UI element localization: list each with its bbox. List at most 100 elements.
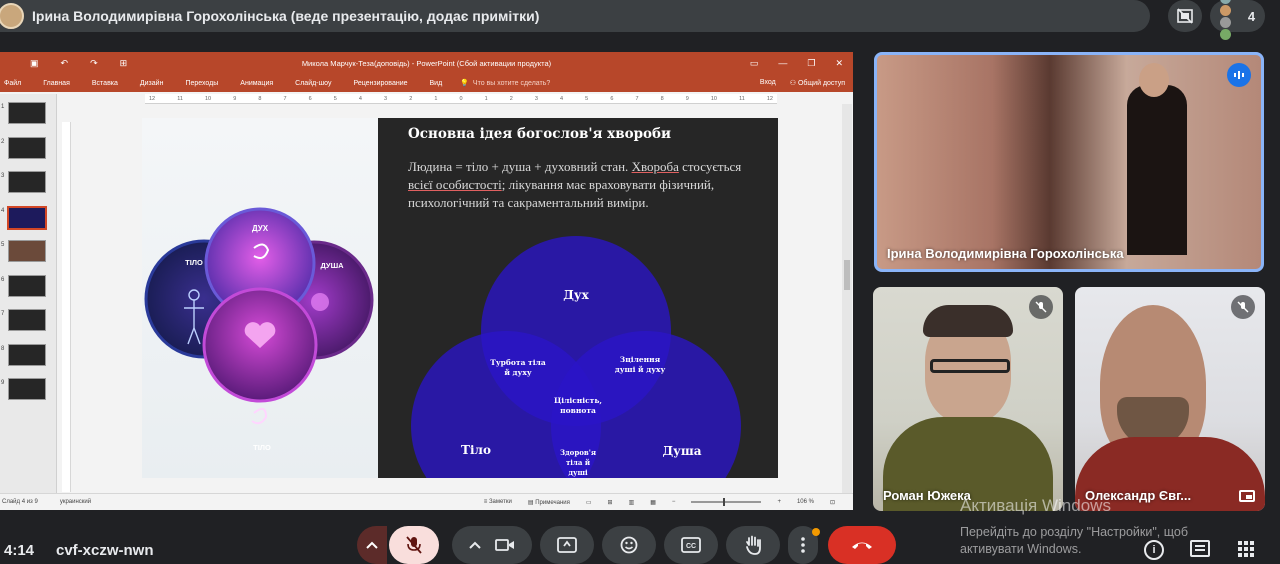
- zoom-out-icon[interactable]: −: [672, 499, 676, 505]
- ribbon-options-icon[interactable]: ▭: [750, 58, 759, 69]
- vertical-ruler: [62, 122, 71, 492]
- slide-thumbnail[interactable]: [8, 102, 46, 124]
- slide-thumbnail[interactable]: [8, 378, 46, 400]
- zoom-level[interactable]: 106 %: [797, 499, 814, 505]
- minimize-icon[interactable]: —: [778, 58, 787, 69]
- language-indicator[interactable]: украинский: [60, 499, 91, 505]
- window-controls: ▭ — ❐ ✕: [750, 58, 843, 69]
- ruler-tick: 9: [233, 95, 237, 102]
- chat-icon: [1195, 545, 1205, 547]
- sorter-view-icon[interactable]: ⊞: [608, 499, 613, 506]
- illustration-label-spirit: ДУХ: [252, 224, 269, 233]
- ruler-tick: 12: [766, 95, 773, 102]
- normal-view-icon[interactable]: ▭: [586, 499, 592, 506]
- picture-in-picture-icon[interactable]: [1239, 490, 1255, 502]
- thumbnail-number: 1: [1, 104, 5, 110]
- meeting-info-button[interactable]: i: [1144, 540, 1164, 560]
- ruler-tick: 10: [710, 95, 717, 102]
- chevron-up-icon: [469, 541, 481, 549]
- venn-label-body-spirit: Турбота тіла й духу: [490, 358, 546, 377]
- ruler-tick: 8: [660, 95, 664, 102]
- people-count: 4: [1247, 8, 1256, 24]
- presenter-avatar: [0, 3, 24, 29]
- participants-avatars: [1219, 0, 1242, 40]
- tab-transitions[interactable]: Переходы: [185, 80, 218, 87]
- share-button[interactable]: ⚇ Общий доступ: [790, 79, 845, 87]
- chevron-up-icon: [366, 541, 378, 549]
- tab-home[interactable]: Главная: [43, 80, 70, 87]
- reactions-button[interactable]: [602, 526, 656, 564]
- ruler-tick: 7: [283, 95, 287, 102]
- fit-slide-icon[interactable]: ⊡: [830, 499, 835, 506]
- ruler-tick: 4: [358, 95, 362, 102]
- slide-thumbnails: 1 2 3 4 5 6 7 8 9: [0, 94, 57, 494]
- powerpoint-title: Микола Марчук-Теза(доповідь) - PowerPoin…: [301, 58, 552, 68]
- person-icon: ⚇: [789, 80, 798, 87]
- slide-thumbnail[interactable]: [8, 343, 46, 366]
- raise-hand-button[interactable]: [726, 526, 780, 564]
- signin-link[interactable]: Вход: [760, 79, 776, 87]
- audio-options-button[interactable]: [357, 526, 387, 564]
- activities-button[interactable]: [1238, 541, 1254, 557]
- slide-thumbnail[interactable]: [8, 171, 46, 193]
- ruler-tick: 3: [384, 95, 388, 102]
- present-screen-icon: [557, 537, 577, 553]
- ruler-tick: 2: [509, 95, 513, 102]
- ruler-tick: 4: [560, 95, 564, 102]
- venn-label-spirit-soul: Зцілення душі й духу: [614, 355, 666, 374]
- thumbnail-number: 5: [1, 242, 5, 248]
- ruler-tick: 11: [177, 95, 183, 102]
- captions-button[interactable]: CC: [664, 526, 718, 564]
- slideshow-view-icon[interactable]: ▦: [650, 499, 656, 506]
- slide-thumbnail[interactable]: [8, 136, 46, 159]
- slide-thumbnail[interactable]: [8, 309, 46, 331]
- tab-animations[interactable]: Анимация: [240, 80, 273, 87]
- venn-label-soul: Душа: [662, 444, 702, 458]
- hide-presentation-button[interactable]: [1168, 0, 1202, 32]
- more-vert-icon: [801, 537, 805, 553]
- thumbnail-number: 3: [1, 173, 5, 179]
- meeting-controls-bar: 4:14 cvf-xczw-nwn CC i: [0, 522, 1280, 564]
- zoom-slider[interactable]: [691, 498, 762, 506]
- video-tile-oleksandr[interactable]: Олександр Євг...: [1075, 287, 1265, 511]
- maximize-icon[interactable]: ❐: [807, 58, 815, 69]
- tab-file[interactable]: Файл: [4, 80, 21, 87]
- slide-thumbnail[interactable]: [7, 205, 47, 230]
- info-icon: i: [1152, 544, 1156, 556]
- tab-review[interactable]: Рецензирование: [353, 80, 407, 87]
- slide-illustration: ДУХ ТІЛО ДУША ТІЛО: [142, 118, 378, 478]
- slide-thumbnail[interactable]: [8, 240, 46, 262]
- close-icon[interactable]: ✕: [835, 58, 843, 69]
- venn-label-center: Цілісність, повнота: [553, 396, 603, 415]
- video-options-button[interactable]: [452, 526, 532, 564]
- notes-button[interactable]: ≡ Заметки: [484, 499, 512, 505]
- microphone-toggle-button[interactable]: [389, 526, 439, 564]
- speaking-indicator-icon: [1227, 63, 1251, 87]
- slide-thumbnail[interactable]: [8, 274, 46, 297]
- hide-tile-icon: [1177, 8, 1193, 24]
- zoom-in-icon[interactable]: +: [777, 499, 781, 505]
- more-options-button[interactable]: [788, 526, 820, 564]
- tab-insert[interactable]: Вставка: [92, 80, 118, 87]
- current-slide: ДУХ ТІЛО ДУША ТІЛО Основна ідея богослов…: [142, 118, 778, 478]
- tab-design[interactable]: Дизайн: [140, 80, 164, 87]
- powerpoint-statusbar: Слайд 4 из 9 украинский ≡ Заметки ▤ Прим…: [0, 493, 853, 510]
- video-tile-roman[interactable]: Роман Южека: [873, 287, 1063, 511]
- tab-view[interactable]: Вид: [430, 80, 443, 87]
- video-tile-main[interactable]: Ірина Володимирівна Горохолінська: [874, 52, 1264, 272]
- participant-name: Роман Южека: [883, 488, 971, 503]
- mic-muted-icon: [1231, 295, 1255, 319]
- tab-slideshow[interactable]: Слайд-шоу: [295, 80, 331, 87]
- top-bar: Ірина Володимирівна Горохолінська (веде …: [0, 0, 1280, 40]
- people-button[interactable]: 4: [1210, 0, 1265, 40]
- chat-button[interactable]: [1190, 540, 1210, 557]
- reading-view-icon[interactable]: ▥: [629, 499, 635, 506]
- present-now-button[interactable]: [540, 526, 594, 564]
- vertical-scrollbar[interactable]: [842, 104, 852, 494]
- comments-button[interactable]: ▤ Примечания: [528, 499, 570, 506]
- tell-me-input[interactable]: Что вы хотите сделать?: [473, 80, 550, 87]
- illustration-label-soul: ДУША: [320, 261, 344, 270]
- meeting-time: 4:14: [4, 542, 35, 559]
- emoji-icon: [620, 536, 638, 554]
- leave-call-button[interactable]: [828, 526, 896, 564]
